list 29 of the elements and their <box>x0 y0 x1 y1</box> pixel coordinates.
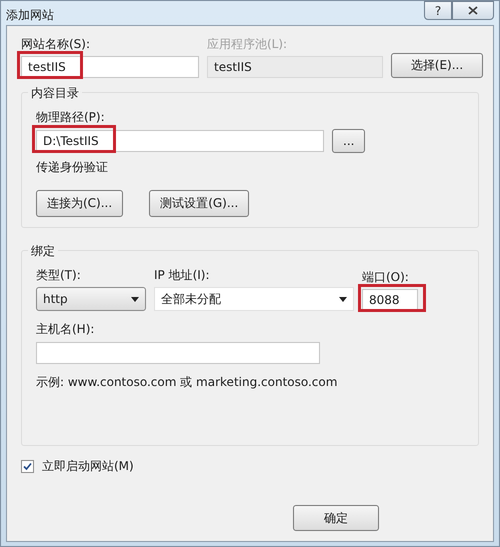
group-title: 绑定 <box>28 243 58 260</box>
action-button[interactable]: 测试设置(G)... <box>149 190 250 217</box>
site-name-field[interactable]: testIIS <box>21 56 199 78</box>
close-button[interactable] <box>452 1 494 20</box>
field-label: 传递身份验证 <box>36 159 109 176</box>
action-button[interactable]: 连接为(C)... <box>36 190 124 217</box>
help-button[interactable]: ? <box>424 1 452 20</box>
checkmark-icon <box>23 462 32 471</box>
field-label: 网站名称(S): <box>21 36 92 53</box>
ok-button[interactable]: 确定 <box>293 505 379 531</box>
example-text: 示例: www.contoso.com 或 marketing.contoso.com <box>36 374 338 391</box>
window-title: 添加网站 <box>6 7 54 24</box>
ip-address-dropdown[interactable]: 全部未分配 <box>154 287 354 311</box>
field-label: 应用程序池(L): <box>207 36 288 53</box>
port-field[interactable]: 8088 <box>362 289 418 311</box>
dropdown-arrow-icon <box>131 296 139 302</box>
field-label: 主机名(H): <box>36 321 96 338</box>
close-icon <box>468 6 478 15</box>
browse-button[interactable]: ... <box>332 129 366 153</box>
field-label: IP 地址(I): <box>154 267 211 284</box>
type-dropdown[interactable]: http <box>36 287 146 311</box>
field-label: 类型(T): <box>36 267 82 284</box>
field-label: 物理路径(P): <box>36 109 106 126</box>
field-label: 端口(O): <box>362 269 410 286</box>
host-name-field[interactable] <box>36 342 320 364</box>
checkbox-label: 立即启动网站(M) <box>42 458 134 475</box>
physical-path-field[interactable]: D:\TestIIS <box>36 130 324 152</box>
dropdown-arrow-icon <box>339 296 347 302</box>
start-checkbox[interactable] <box>21 460 34 473</box>
